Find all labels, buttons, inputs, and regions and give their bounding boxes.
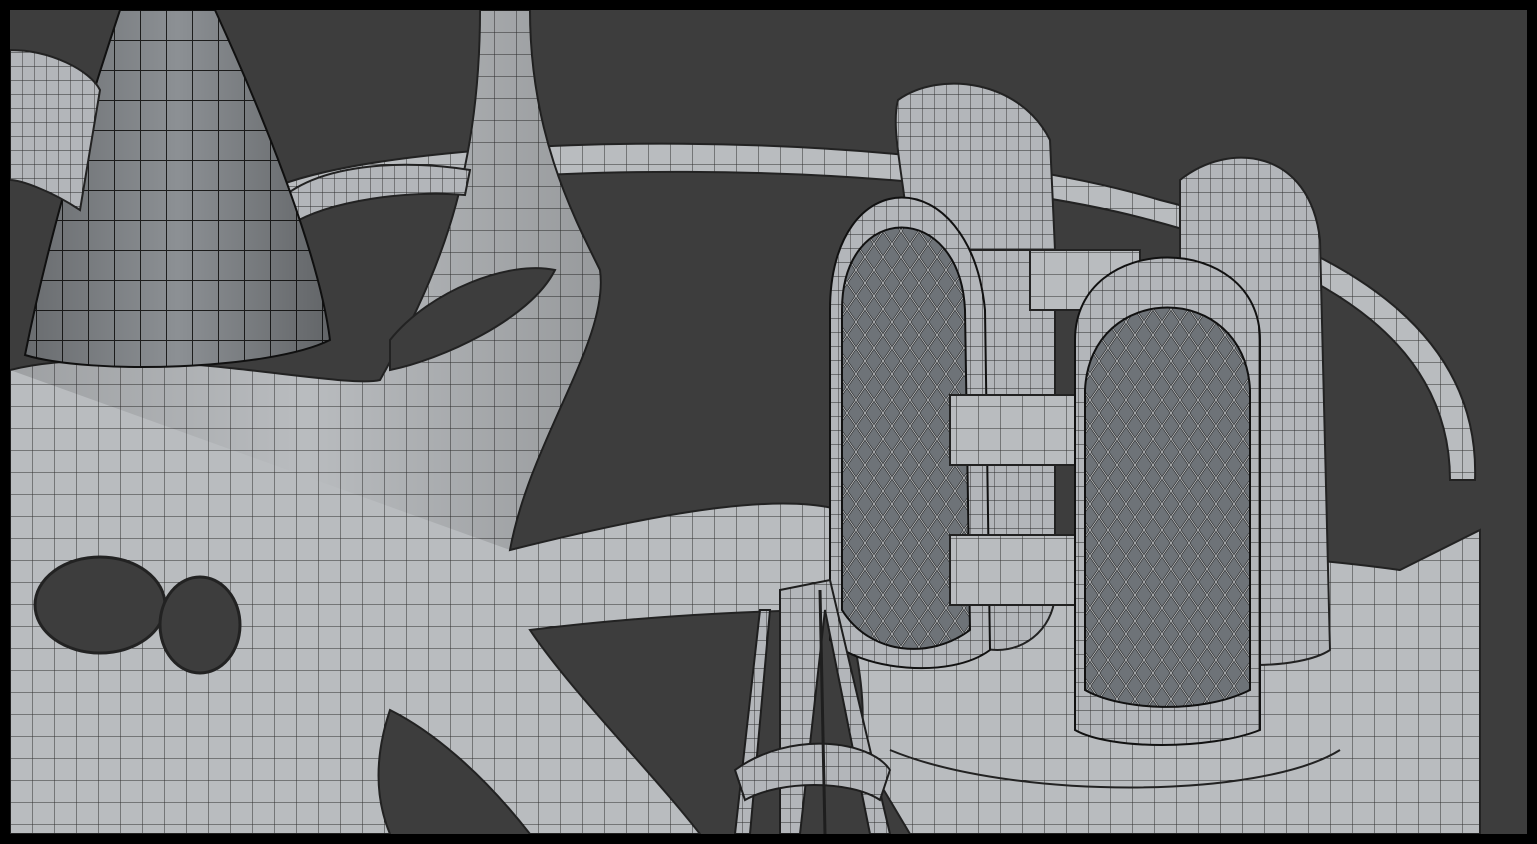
twin-capsule-towers-right bbox=[1074, 156, 1332, 746]
3d-viewport[interactable] bbox=[10, 10, 1527, 834]
wireframe-scene bbox=[10, 10, 1481, 834]
cone-tower bbox=[10, 10, 332, 368]
